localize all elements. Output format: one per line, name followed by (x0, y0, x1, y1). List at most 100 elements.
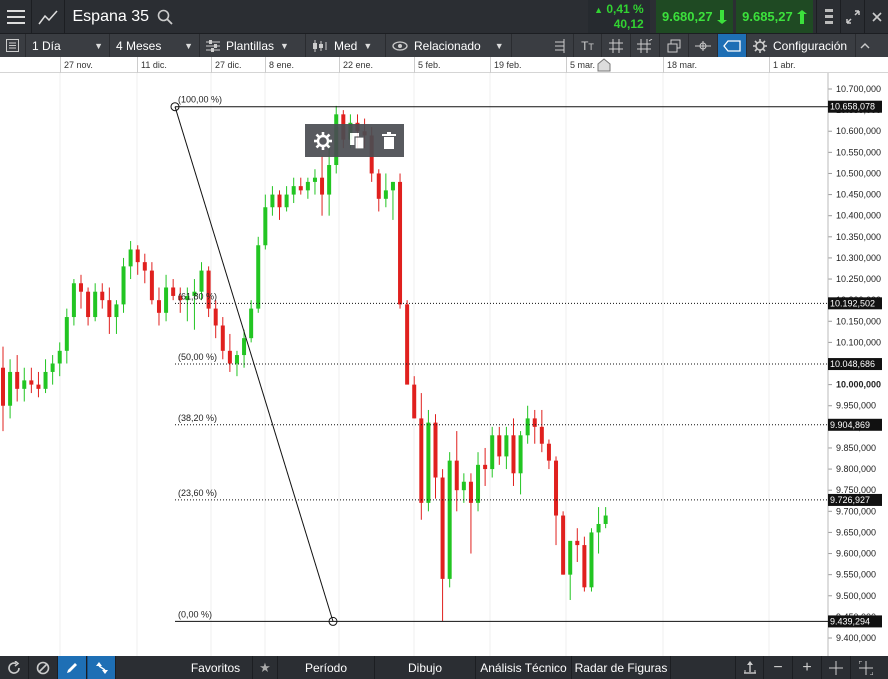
search-icon[interactable] (157, 9, 173, 25)
chart-mode-button[interactable] (32, 0, 65, 33)
range-value: 4 Meses (116, 38, 162, 53)
y-tick-label: 10.500,000 (836, 168, 881, 178)
panel-toggle-button[interactable] (0, 33, 26, 58)
candle-body (447, 460, 452, 579)
related-label: Relacionado (414, 38, 481, 53)
grid-icon (609, 38, 623, 53)
candle-body (312, 177, 317, 182)
y-tick-label: 10.350,000 (836, 232, 881, 242)
candle-body (327, 165, 332, 195)
candle-body (213, 308, 218, 326)
move-icon (743, 660, 756, 674)
date-tick (414, 57, 415, 73)
tab-technical-analysis[interactable]: Análisis Técnico (476, 656, 572, 679)
star-icon: ★ (259, 659, 271, 675)
date-tick-label: 27 nov. (64, 60, 93, 70)
pan-button[interactable] (822, 656, 851, 679)
chevron-down-icon: ▼ (494, 40, 504, 51)
collapse-button[interactable] (855, 33, 873, 58)
refresh-button[interactable] (0, 656, 29, 679)
tab-drawing[interactable]: Dibujo (375, 656, 476, 679)
drag-mode-button[interactable] (735, 656, 764, 679)
up-arrow-icon: ▲ (594, 5, 604, 15)
y-tick-label: 9.500,000 (836, 591, 876, 601)
date-tick (211, 57, 212, 73)
fit-button[interactable] (851, 656, 880, 679)
menu-button[interactable] (0, 0, 33, 33)
tab-favorites[interactable]: Favoritos (179, 656, 253, 679)
price-type-select[interactable]: Med ▼ (306, 33, 386, 58)
house-marker-icon[interactable] (597, 58, 611, 72)
candle-body (419, 418, 424, 503)
y-tick-label: 10.700,000 (836, 84, 881, 94)
technical-label: Análisis Técnico (480, 660, 567, 675)
snap-button[interactable] (87, 656, 116, 679)
scale-button[interactable] (544, 33, 574, 58)
candle-body (149, 270, 154, 301)
date-tick-label: 1 abr. (773, 60, 796, 70)
candle-body (86, 291, 91, 318)
trash-icon[interactable] (381, 131, 396, 150)
up-trend-arrow-icon (796, 9, 807, 24)
candlestick-chart[interactable]: 10.700,00010.650,00010.600,00010.550,000… (0, 73, 888, 656)
candle-body (1, 367, 5, 406)
copy-icon[interactable] (349, 132, 365, 150)
candle-body (29, 380, 34, 385)
copy-window-button[interactable] (660, 33, 689, 58)
candle-body (64, 317, 69, 351)
candle-body (249, 308, 254, 339)
candle-body (156, 300, 161, 313)
tab-period[interactable]: Período (278, 656, 375, 679)
close-button[interactable] (864, 0, 888, 33)
candle-body (57, 350, 62, 364)
y-tick-label: 10.000,000 (836, 380, 881, 390)
favorites-star-button[interactable]: ★ (253, 656, 278, 679)
text-button[interactable]: TT (574, 33, 602, 58)
buy-button[interactable]: 9.685,27 (735, 0, 813, 33)
range-select[interactable]: 4 Meses ▼ (110, 33, 200, 58)
candle-body (15, 371, 20, 389)
minus-icon: − (773, 658, 783, 676)
date-tick-label: 22 ene. (343, 60, 374, 70)
candle-body (78, 283, 83, 292)
interval-select[interactable]: 1 Día ▼ (26, 33, 110, 58)
candle-body (554, 460, 559, 516)
fullscreen-button[interactable] (840, 0, 864, 33)
crosshair-grid-button[interactable] (631, 33, 660, 58)
candle-body (305, 181, 310, 191)
crosshair-button[interactable] (689, 33, 718, 58)
label-button[interactable] (718, 33, 747, 58)
related-select[interactable]: Relacionado ▼ (386, 33, 512, 58)
candle-body (561, 515, 566, 575)
top-bar: Espana 35 ▲ 0,41 % 40,12 9.680,27 9.685,… (0, 0, 888, 33)
grid-button[interactable] (602, 33, 631, 58)
gear-icon[interactable] (313, 131, 332, 150)
sell-button[interactable]: 9.680,27 (655, 0, 733, 33)
chart-area[interactable]: 10.700,00010.650,00010.600,00010.550,000… (0, 73, 888, 656)
grip-icon (824, 8, 833, 24)
templates-select[interactable]: Plantillas ▼ (200, 33, 306, 58)
fib-price-label: 10.658,078 (830, 102, 875, 112)
candle-body (568, 540, 573, 575)
text-size-icon: TT (581, 38, 594, 53)
drawing-label: Dibujo (407, 660, 443, 675)
candle-body (277, 194, 282, 208)
draw-pen-button[interactable] (58, 656, 87, 679)
chevron-down-icon: ▼ (94, 40, 103, 51)
candle-body (454, 460, 459, 491)
instrument-selector[interactable]: Espana 35 (73, 8, 589, 26)
no-draw-button[interactable] (29, 656, 58, 679)
candle-body (383, 190, 388, 199)
settings-button[interactable]: Configuración (747, 34, 855, 58)
zoom-out-button[interactable]: − (764, 656, 793, 679)
fib-level-label: (0,00 %) (178, 609, 212, 619)
candle-body (234, 355, 239, 364)
zoom-in-button[interactable]: + (793, 656, 822, 679)
scroll-handle[interactable] (816, 0, 840, 33)
refresh-icon (8, 660, 20, 674)
tab-pattern-radar[interactable]: Radar de Figuras (572, 656, 671, 679)
gear-icon (753, 38, 767, 53)
date-tick (60, 57, 61, 73)
date-tick (663, 57, 664, 73)
expand-icon (845, 9, 860, 24)
